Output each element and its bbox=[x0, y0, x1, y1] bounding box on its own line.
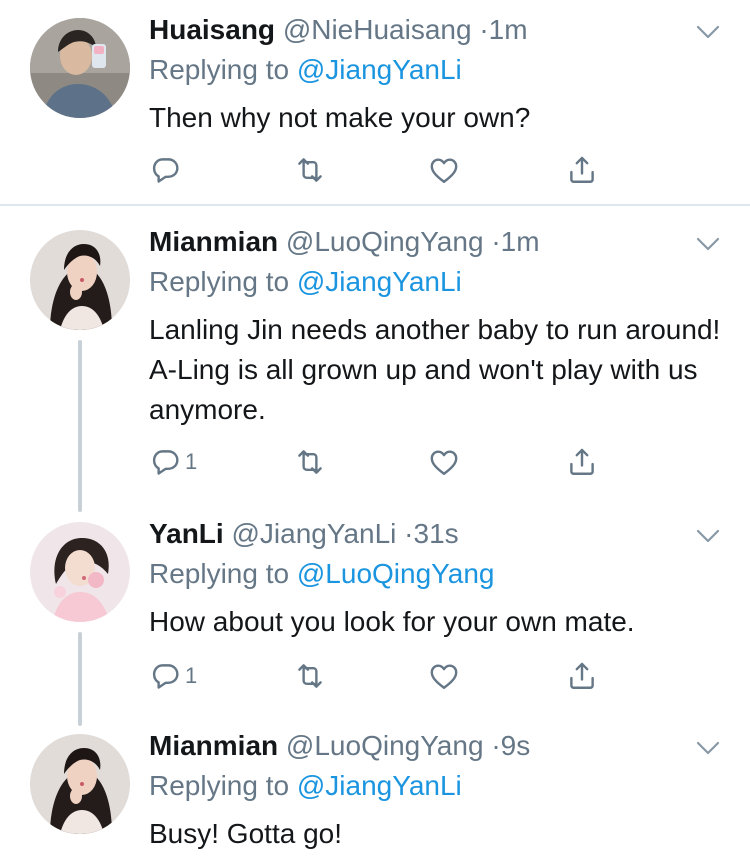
like-icon bbox=[427, 153, 461, 187]
reply-button[interactable]: 1 bbox=[149, 656, 197, 696]
share-button[interactable] bbox=[565, 150, 599, 190]
reply-button[interactable]: 1 bbox=[149, 442, 197, 482]
replying-to: Replying to @JiangYanLi bbox=[149, 768, 462, 804]
chevron-down-icon[interactable] bbox=[694, 738, 722, 758]
display-name[interactable]: Mianmian bbox=[149, 226, 278, 257]
chevron-down-icon[interactable] bbox=[694, 526, 722, 546]
like-button[interactable] bbox=[427, 150, 461, 190]
reply-button[interactable] bbox=[149, 150, 185, 190]
tweet[interactable]: Mianmian @LuoQingYang ·9s Replying to @J… bbox=[0, 716, 750, 865]
reply-icon bbox=[149, 153, 183, 187]
like-icon bbox=[427, 659, 461, 693]
mention-link[interactable]: @JiangYanLi bbox=[297, 54, 462, 85]
share-icon bbox=[565, 659, 599, 693]
share-icon bbox=[565, 445, 599, 479]
replying-to-prefix: Replying to bbox=[149, 266, 290, 297]
replying-to: Replying to @LuoQingYang bbox=[149, 556, 494, 592]
mention-link[interactable]: @JiangYanLi bbox=[297, 266, 462, 297]
tweet-header: Mianmian @LuoQingYang ·1m bbox=[149, 224, 540, 260]
tweet-header: Huaisang @NieHuaisang ·1m bbox=[149, 12, 528, 48]
display-name[interactable]: Huaisang bbox=[149, 14, 275, 45]
reply-icon bbox=[149, 659, 183, 693]
avatar[interactable] bbox=[30, 734, 130, 834]
separator: · bbox=[479, 14, 489, 45]
display-name[interactable]: Mianmian bbox=[149, 730, 278, 761]
share-button[interactable] bbox=[565, 442, 599, 482]
avatar[interactable] bbox=[30, 522, 130, 622]
divider bbox=[0, 204, 750, 206]
timestamp[interactable]: 1m bbox=[501, 226, 540, 257]
replying-to: Replying to @JiangYanLi bbox=[149, 264, 462, 300]
replying-to-prefix: Replying to bbox=[149, 558, 290, 589]
replying-to-prefix: Replying to bbox=[149, 54, 290, 85]
replying-to: Replying to @JiangYanLi bbox=[149, 52, 462, 88]
tweet-text: Then why not make your own? bbox=[149, 102, 531, 133]
handle[interactable]: @NieHuaisang bbox=[283, 14, 472, 45]
tweet-header: YanLi @JiangYanLi ·31s bbox=[149, 516, 459, 552]
separator: · bbox=[491, 226, 501, 257]
separator: · bbox=[491, 730, 501, 761]
mention-link[interactable]: @JiangYanLi bbox=[297, 770, 462, 801]
retweet-icon bbox=[293, 153, 327, 187]
action-bar bbox=[149, 150, 619, 190]
tweet-header: Mianmian @LuoQingYang ·9s bbox=[149, 728, 530, 764]
tweet[interactable]: Huaisang @NieHuaisang ·1m Replying to @J… bbox=[0, 0, 750, 204]
chevron-down-icon[interactable] bbox=[694, 234, 722, 254]
like-icon bbox=[427, 445, 461, 479]
retweet-icon bbox=[293, 445, 327, 479]
retweet-button[interactable] bbox=[293, 656, 327, 696]
like-button[interactable] bbox=[427, 656, 461, 696]
avatar[interactable] bbox=[30, 230, 130, 330]
handle[interactable]: @LuoQingYang bbox=[286, 226, 484, 257]
separator: · bbox=[404, 518, 414, 549]
tweet-text: Lanling Jin needs another baby to run ar… bbox=[149, 314, 721, 425]
reply-count: 1 bbox=[185, 449, 198, 474]
handle[interactable]: @JiangYanLi bbox=[231, 518, 396, 549]
timestamp[interactable]: 31s bbox=[414, 518, 459, 549]
reply-count: 1 bbox=[185, 663, 198, 688]
action-bar: 1 bbox=[149, 656, 619, 696]
like-button[interactable] bbox=[427, 442, 461, 482]
timestamp[interactable]: 1m bbox=[489, 14, 528, 45]
chevron-down-icon[interactable] bbox=[694, 22, 722, 42]
tweet[interactable]: Mianmian @LuoQingYang ·1m Replying to @J… bbox=[0, 212, 750, 504]
retweet-button[interactable] bbox=[293, 150, 327, 190]
mention-link[interactable]: @LuoQingYang bbox=[297, 558, 495, 589]
handle[interactable]: @LuoQingYang bbox=[286, 730, 484, 761]
replying-to-prefix: Replying to bbox=[149, 770, 290, 801]
tweet[interactable]: YanLi @JiangYanLi ·31s Replying to @LuoQ… bbox=[0, 504, 750, 716]
tweet-text: How about you look for your own mate. bbox=[149, 606, 635, 637]
share-icon bbox=[565, 153, 599, 187]
retweet-icon bbox=[293, 659, 327, 693]
reply-icon bbox=[149, 445, 183, 479]
share-button[interactable] bbox=[565, 656, 599, 696]
action-bar: 1 bbox=[149, 442, 619, 482]
avatar[interactable] bbox=[30, 18, 130, 118]
display-name[interactable]: YanLi bbox=[149, 518, 224, 549]
tweet-text: Busy! Gotta go! bbox=[149, 818, 342, 849]
retweet-button[interactable] bbox=[293, 442, 327, 482]
timestamp[interactable]: 9s bbox=[501, 730, 531, 761]
